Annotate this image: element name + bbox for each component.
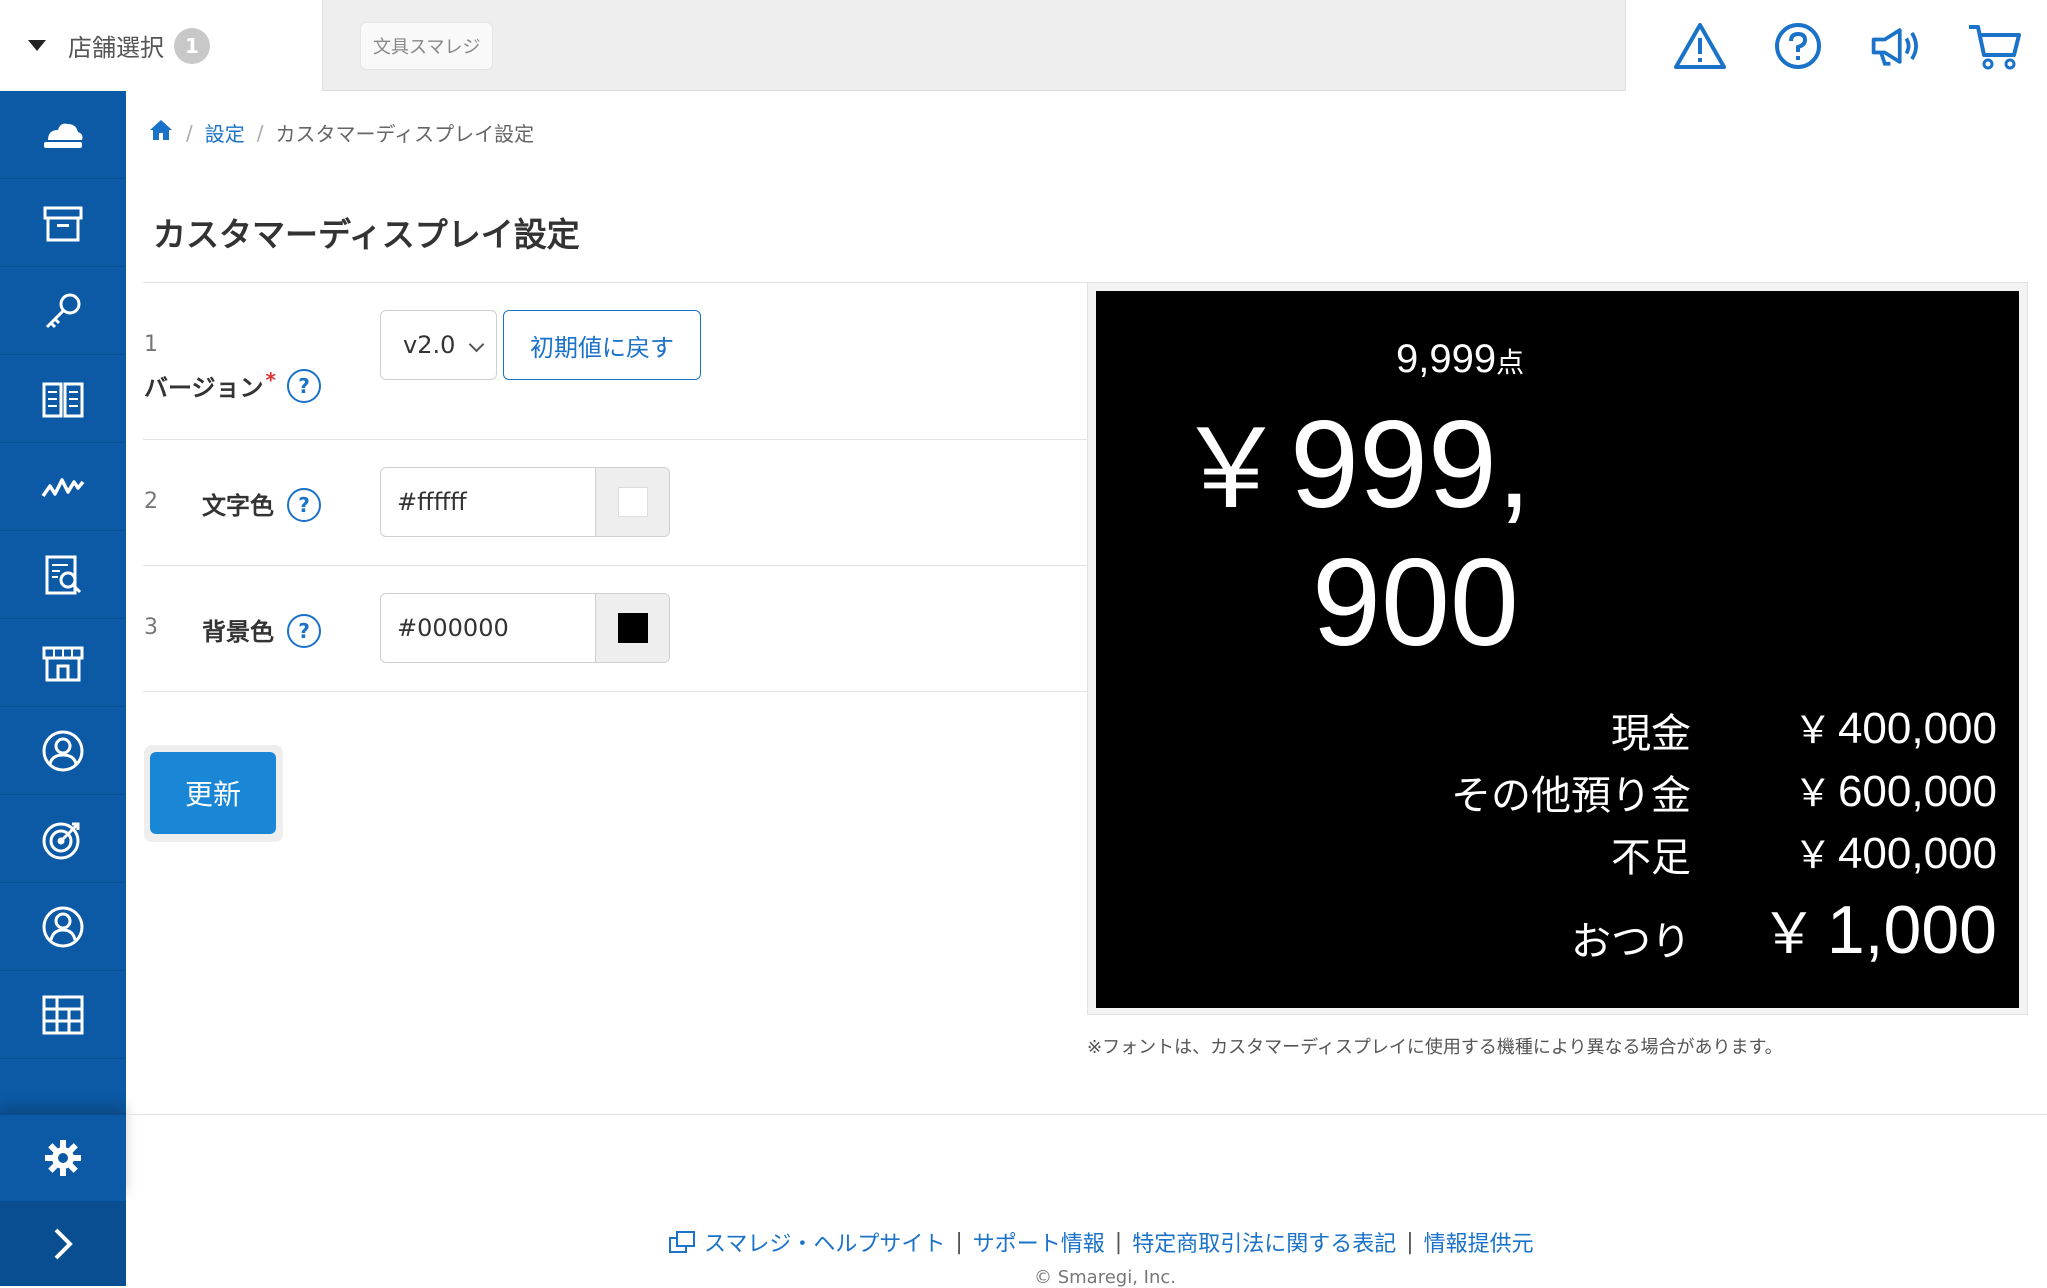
footer-links: スマレジ・ヘルプサイト | サポート情報 | 特定商取引法に関する表記 | 情報… xyxy=(668,1226,1534,1258)
footer-separator: | xyxy=(1406,1229,1414,1255)
other-deposit-amount: 600,000 xyxy=(1837,767,1997,816)
caret-down-icon xyxy=(28,40,46,51)
preview-note: ※フォントは、カスタマーディスプレイに使用する機種により異なる場合があります。 xyxy=(1087,1037,1783,1058)
total-amount-part1: 999, xyxy=(1290,396,1532,534)
divider xyxy=(143,439,1087,440)
cash-yen-sign: ￥ xyxy=(1793,710,1832,752)
row-number: 2 xyxy=(144,489,158,514)
footer-separator: | xyxy=(955,1229,963,1255)
other-deposit-value: ￥ 600,000 xyxy=(1794,762,1997,817)
store-select[interactable]: 店舗選択 1 xyxy=(0,0,323,91)
change-yen-sign: ￥ xyxy=(1760,902,1817,965)
divider xyxy=(143,282,1087,283)
support-link[interactable]: サポート情報 xyxy=(973,1226,1105,1258)
text-color-input[interactable]: #ffffff xyxy=(397,468,467,536)
breadcrumb: / 設定 / カスタマーディスプレイ設定 xyxy=(148,118,534,147)
customer-display-preview: 9,999点 ￥999, 900 現金 ￥ 400,000 その他預り金 ￥ 600… xyxy=(1087,282,2028,1015)
change-amount: 1,000 xyxy=(1826,892,1997,968)
divider xyxy=(143,565,1087,566)
customer-icon[interactable] xyxy=(0,707,126,795)
help-icon[interactable] xyxy=(1770,18,1826,74)
key-icon[interactable] xyxy=(0,267,126,355)
bg-color-help-icon[interactable]: ? xyxy=(287,614,321,648)
cash-label: 現金 xyxy=(1611,712,1691,756)
external-link-icon xyxy=(668,1230,696,1254)
breadcrumb-current: カスタマーディスプレイ設定 xyxy=(275,122,535,146)
text-color-swatch xyxy=(617,487,648,517)
copyright: © Smaregi, Inc. xyxy=(1034,1267,1176,1288)
warning-icon[interactable] xyxy=(1672,18,1728,74)
gear-icon[interactable] xyxy=(0,1113,126,1201)
breadcrumb-settings-link[interactable]: 設定 xyxy=(205,118,245,147)
change-label: おつり xyxy=(1571,920,1691,964)
book-icon[interactable] xyxy=(0,355,126,443)
item-count-value: 9,999 xyxy=(1396,337,1497,381)
help-site-link[interactable]: スマレジ・ヘルプサイト xyxy=(704,1226,945,1258)
shortage-label: 不足 xyxy=(1611,836,1691,880)
other-deposit-label: その他預り金 xyxy=(1451,774,1691,818)
cart-icon[interactable] xyxy=(1966,18,2022,74)
megaphone-icon[interactable] xyxy=(1868,18,1924,74)
shortage-yen-sign: ￥ xyxy=(1793,835,1832,877)
bg-color-picker[interactable] xyxy=(595,594,669,662)
footer-separator: | xyxy=(1114,1229,1123,1255)
row-number: 1 xyxy=(144,332,158,357)
bg-color-label: 背景色 xyxy=(202,618,274,646)
preview-screen: 9,999点 ￥999, 900 現金 ￥ 400,000 その他預り金 ￥ 600… xyxy=(1096,291,2019,1008)
apps-icon[interactable] xyxy=(0,971,126,1059)
bg-color-swatch xyxy=(617,613,648,643)
shortage-amount: 400,000 xyxy=(1837,829,1997,878)
required-mark: * xyxy=(265,368,276,392)
reset-default-button[interactable]: 初期値に戻す xyxy=(503,310,701,380)
version-label: バージョン * xyxy=(144,368,276,403)
shortage-value: ￥ 400,000 xyxy=(1794,824,1997,879)
update-button-wrap: 更新 xyxy=(144,745,283,842)
item-count-unit: 点 xyxy=(1496,347,1525,378)
other-deposit-yen-sign: ￥ xyxy=(1793,773,1832,815)
top-icons xyxy=(1625,0,2047,91)
version-label-text: バージョン xyxy=(144,374,264,402)
law-link[interactable]: 特定商取引法に関する表記 xyxy=(1132,1226,1396,1258)
cash-amount: 400,000 xyxy=(1837,704,1997,753)
item-count: 9,999点 xyxy=(1396,337,1524,382)
total-amount-line1: ￥999, xyxy=(1176,395,1531,540)
version-help-icon[interactable]: ? xyxy=(287,369,321,403)
store-name: 文具スマレジ xyxy=(360,22,494,70)
cloud-icon[interactable] xyxy=(0,91,126,179)
report-icon[interactable] xyxy=(0,531,126,619)
version-select-value: v2.0 xyxy=(403,331,456,359)
total-yen-sign: ￥ xyxy=(1176,408,1286,531)
chevron-down-icon xyxy=(468,336,485,353)
total-amount-part2: 900 xyxy=(1312,534,1519,672)
chart-icon[interactable] xyxy=(0,443,126,531)
bg-color-input[interactable]: #000000 xyxy=(397,594,509,662)
store-icon[interactable] xyxy=(0,619,126,707)
archive-icon[interactable] xyxy=(0,179,126,267)
breadcrumb-separator: / xyxy=(256,120,264,145)
store-count-badge: 1 xyxy=(174,27,210,64)
text-color-picker[interactable] xyxy=(595,468,669,536)
divider xyxy=(143,691,1087,692)
target-icon[interactable] xyxy=(0,795,126,883)
footer-divider xyxy=(126,1114,2047,1115)
text-color-field[interactable]: #ffffff xyxy=(380,467,670,537)
breadcrumb-separator: / xyxy=(186,120,193,145)
row-number: 3 xyxy=(144,615,158,640)
text-color-help-icon[interactable]: ? xyxy=(287,488,321,522)
home-icon[interactable] xyxy=(148,118,174,147)
top-bar: 店舗選択 1 文具スマレジ xyxy=(0,0,2047,91)
bg-color-field[interactable]: #000000 xyxy=(380,593,670,663)
sidebar xyxy=(0,91,126,1286)
cash-value: ￥ 400,000 xyxy=(1794,699,1997,754)
user-icon[interactable] xyxy=(0,883,126,971)
provider-link[interactable]: 情報提供元 xyxy=(1424,1226,1534,1258)
change-value: ￥ 1,000 xyxy=(1761,889,1997,970)
page-title: カスタマーディスプレイ設定 xyxy=(153,215,580,254)
update-button[interactable]: 更新 xyxy=(150,752,276,834)
text-color-label: 文字色 xyxy=(202,492,274,520)
version-select[interactable]: v2.0 xyxy=(380,310,497,380)
chevron-right-icon[interactable] xyxy=(0,1201,126,1286)
store-select-label: 店舗選択 xyxy=(68,34,164,62)
